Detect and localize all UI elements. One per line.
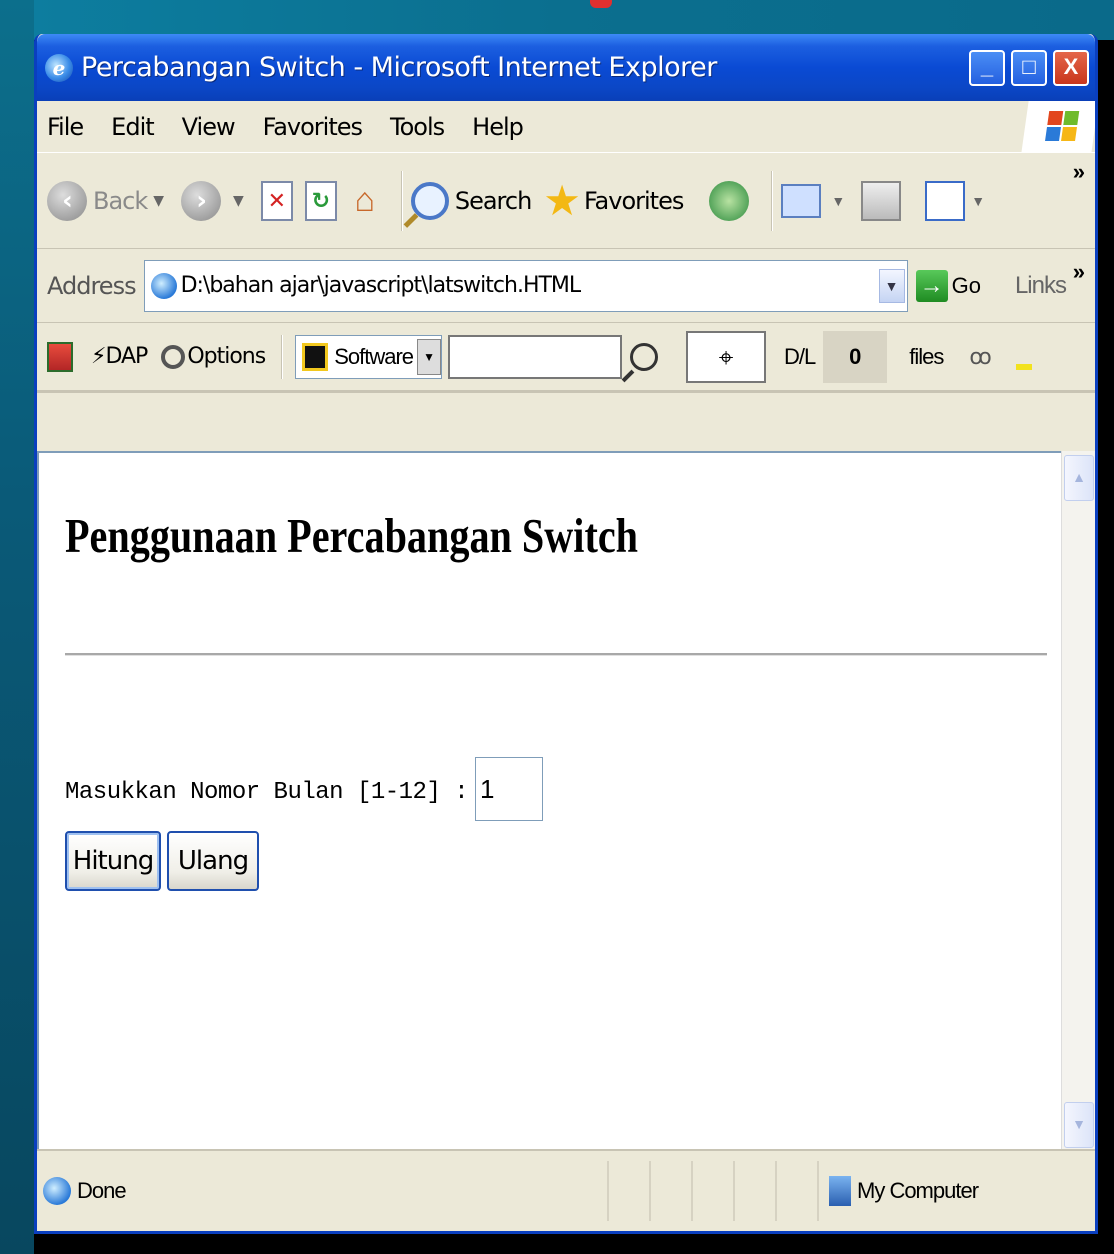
- links-button[interactable]: Links: [1015, 272, 1067, 300]
- horizontal-rule: [65, 653, 1047, 656]
- window-controls: _ □ X: [969, 49, 1089, 86]
- edit-icon[interactable]: [925, 180, 966, 221]
- toolbar-separator: [281, 334, 284, 379]
- computer-icon: [829, 1176, 851, 1206]
- floppy-icon: [302, 342, 329, 371]
- refresh-icon[interactable]: ↻: [304, 180, 337, 221]
- vertical-scrollbar[interactable]: ▲ ▼: [1061, 451, 1095, 1152]
- go-arrow-icon: →: [915, 269, 948, 302]
- stop-icon[interactable]: ✕: [260, 180, 293, 221]
- software-label: Software: [334, 343, 414, 369]
- edit-dropdown-icon[interactable]: ▼: [971, 193, 985, 209]
- page-content: Penggunaan Percabangan Switch Masukkan N…: [37, 451, 1095, 1152]
- mail-icon[interactable]: [781, 183, 822, 218]
- title-bar[interactable]: e Percabangan Switch - Microsoft Interne…: [37, 34, 1095, 101]
- page-status-icon: [43, 1177, 71, 1205]
- maximize-button[interactable]: □: [1011, 49, 1047, 86]
- menu-edit[interactable]: Edit: [111, 113, 154, 141]
- menu-file[interactable]: File: [47, 113, 84, 141]
- page-icon: [150, 272, 177, 299]
- security-zone: My Computer: [817, 1161, 1069, 1221]
- resize-grip-icon[interactable]: [1069, 1161, 1095, 1221]
- minimize-button[interactable]: _: [969, 49, 1005, 86]
- close-button[interactable]: X: [1053, 49, 1089, 86]
- back-button[interactable]: ‹ Back ▼: [47, 180, 169, 221]
- dl-label: D/L: [784, 343, 816, 369]
- forward-arrow-icon: ›: [181, 180, 222, 221]
- history-icon[interactable]: [709, 180, 750, 221]
- favorites-button[interactable]: ★ Favorites: [543, 175, 684, 225]
- menu-favorites[interactable]: Favorites: [263, 113, 363, 141]
- status-panel: [775, 1161, 817, 1221]
- favorites-label: Favorites: [583, 186, 684, 215]
- status-panel: [649, 1161, 691, 1221]
- search-button[interactable]: Search: [410, 181, 532, 220]
- ie-logo-icon: e: [45, 53, 73, 82]
- browser-window: e Percabangan Switch - Microsoft Interne…: [34, 34, 1098, 1234]
- pen-icon[interactable]: [1015, 344, 1032, 370]
- status-text: Done: [77, 1178, 127, 1203]
- menu-view[interactable]: View: [182, 113, 236, 141]
- back-label: Back: [93, 186, 148, 215]
- hitung-button[interactable]: Hitung: [65, 831, 161, 891]
- download-accelerator-toolbar: ⚡DAP Options Software ▼ ⌖ D/L 0 files ꝏ: [37, 323, 1095, 393]
- dap-label: DAP: [105, 344, 148, 369]
- toolbar-separator: [771, 170, 774, 231]
- standard-toolbar: ‹ Back ▼ › ▼ ✕ ↻ ⌂ Search ★ Favorites ▼ …: [37, 153, 1095, 249]
- scroll-down-button[interactable]: ▼: [1064, 1102, 1094, 1148]
- gift-icon[interactable]: [47, 341, 73, 372]
- status-bar: Done My Computer: [37, 1149, 1095, 1231]
- back-dropdown-icon[interactable]: ▼: [153, 193, 164, 209]
- dap-button[interactable]: ⚡DAP: [91, 344, 148, 369]
- home-icon[interactable]: ⌂: [349, 181, 381, 221]
- search-label: Search: [454, 186, 532, 215]
- glasses-icon[interactable]: ꝏ: [969, 344, 991, 370]
- files-label: files: [909, 343, 944, 369]
- forward-button[interactable]: › ▼: [181, 180, 249, 221]
- back-arrow-icon: ‹: [47, 180, 87, 221]
- windows-logo-icon: [1021, 101, 1095, 153]
- print-icon[interactable]: [861, 180, 902, 221]
- chevron-down-icon[interactable]: ▼: [417, 338, 442, 375]
- window-title: Percabangan Switch - Microsoft Internet …: [81, 52, 717, 83]
- status-panel: [733, 1161, 775, 1221]
- dl-count: 0: [823, 330, 888, 383]
- address-input[interactable]: D:\bahan ajar\javascript\latswitch.HTML …: [143, 259, 908, 312]
- month-input-label: Masukkan Nomor Bulan [1-12] :: [65, 779, 469, 806]
- scroll-up-button[interactable]: ▲: [1064, 455, 1094, 501]
- mail-dropdown-icon[interactable]: ▼: [831, 193, 845, 209]
- address-dropdown-icon[interactable]: ▼: [878, 268, 905, 303]
- slide-left-band: [0, 0, 34, 1254]
- slide-accent-mark: [590, 0, 612, 8]
- status-panel: [607, 1161, 649, 1221]
- options-icon: [161, 344, 186, 369]
- dap-search-input[interactable]: [448, 334, 623, 379]
- page-heading: Penggunaan Percabangan Switch: [65, 508, 639, 563]
- target-icon[interactable]: ⌖: [686, 330, 767, 383]
- toolbar-separator: [400, 170, 403, 231]
- menu-help[interactable]: Help: [472, 113, 524, 141]
- zone-label: My Computer: [857, 1178, 979, 1203]
- star-icon: ★: [543, 175, 581, 225]
- options-button[interactable]: Options: [187, 344, 266, 369]
- search-icon[interactable]: [630, 342, 659, 371]
- links-overflow-chevron[interactable]: »: [1073, 259, 1085, 285]
- address-bar: Address D:\bahan ajar\javascript\latswit…: [37, 249, 1095, 323]
- software-select[interactable]: Software ▼: [295, 334, 443, 379]
- menu-bar: File Edit View Favorites Tools Help: [37, 101, 1095, 153]
- ulang-button[interactable]: Ulang: [167, 831, 259, 891]
- forward-dropdown-icon[interactable]: ▼: [233, 193, 244, 209]
- address-label: Address: [47, 271, 137, 300]
- go-button[interactable]: → Go: [915, 269, 981, 302]
- status-panels: My Computer: [607, 1161, 1095, 1221]
- status-panel: [691, 1161, 733, 1221]
- search-icon: [410, 181, 449, 220]
- month-number-input[interactable]: [475, 757, 543, 821]
- address-value: D:\bahan ajar\javascript\latswitch.HTML: [180, 273, 582, 298]
- menu-tools[interactable]: Tools: [390, 113, 445, 141]
- toolbar-overflow-chevron[interactable]: »: [1073, 159, 1085, 185]
- go-label: Go: [951, 272, 981, 298]
